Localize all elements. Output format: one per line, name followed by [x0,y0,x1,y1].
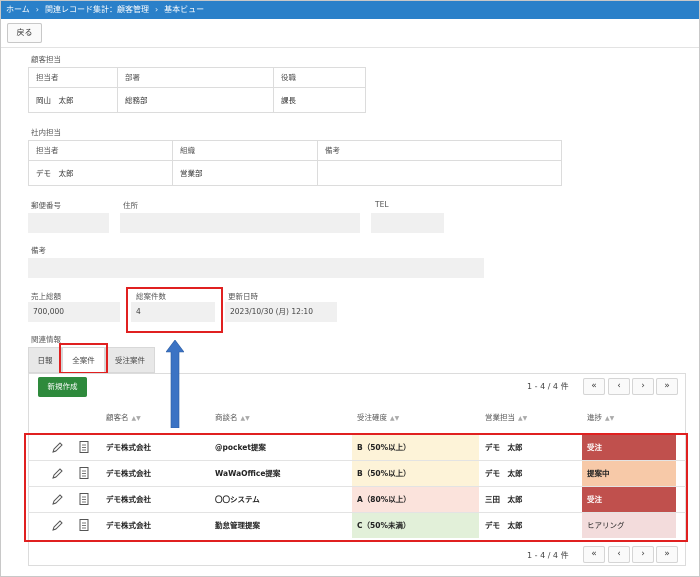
progress-status: 提案中 [582,461,676,486]
col-header-label: 進捗 [587,413,602,422]
back-button[interactable]: 戻る [7,23,42,43]
probability: B（50%以上） [352,461,479,486]
sort-icon: ▲▼ [518,415,528,422]
annotation-arrow [166,340,184,428]
next-page-button[interactable]: › [632,378,654,395]
customer-contact-table: 担当者 部署 役職 岡山 太郎 総務部 課長 [28,67,366,113]
updated-at-label: 更新日時 [228,292,258,301]
breadcrumb: ホーム › 関連レコード集計：顧客管理 › 基本ビュー [0,0,700,19]
col-header-deal[interactable]: 商談名 ▲▼ [215,412,250,423]
col-header: 備考 [317,140,562,161]
notes-label: 備考 [31,246,46,255]
col-header-label: 商談名 [215,413,238,422]
document-icon[interactable] [78,492,90,506]
tab-won-cases[interactable]: 受注案件 [105,347,155,373]
sort-icon: ▲▼ [240,415,250,422]
col-header-customer[interactable]: 顧客名 ▲▼ [106,412,141,423]
case-count-field: 4 [131,302,215,322]
cell-value: 岡山 太郎 [28,87,118,113]
postal-code-field [28,213,109,233]
deal-name: @pocket提案 [215,443,266,452]
pager-info: 1 - 4 / 4 件 [527,382,569,391]
table-row[interactable]: デモ株式会社 WaWaOffice提案 B（50%以上） デモ 太郎 提案中 [28,460,686,486]
cell-value: 営業部 [172,160,318,186]
table-row[interactable]: デモ株式会社 〇〇システム A（80%以上） 三田 太郎 受注 [28,486,686,512]
probability: C（50%未満） [352,513,479,538]
prev-page-button[interactable]: ‹ [608,378,630,395]
deal-name: 〇〇システム [215,495,260,504]
col-header-label: 顧客名 [106,413,129,422]
col-header: 担当者 [28,67,118,88]
customer-name: デモ株式会社 [106,443,151,452]
progress-status: ヒアリング [582,513,676,538]
address-label: 住所 [123,201,138,210]
toolbar: 戻る [0,19,700,48]
tel-field [371,213,444,233]
customer-contact-label: 顧客担当 [31,55,61,64]
first-page-button-bottom[interactable]: « [583,546,605,563]
col-header-label: 営業担当 [485,413,515,422]
sort-icon: ▲▼ [131,415,141,422]
last-page-button-bottom[interactable]: » [656,546,678,563]
cell-value [317,160,562,186]
col-header-probability[interactable]: 受注確度 ▲▼ [357,412,399,423]
deal-name: WaWaOffice提案 [215,469,281,478]
breadcrumb-home[interactable]: ホーム [6,0,30,19]
notes-field [28,258,484,278]
sort-icon: ▲▼ [390,415,400,422]
breadcrumb-view: 基本ビュー [164,5,205,14]
cell-value: 課長 [273,87,366,113]
customer-name: デモ株式会社 [106,469,151,478]
sales-total-label: 売上総額 [31,292,61,301]
pencil-icon[interactable] [51,440,63,454]
pencil-icon[interactable] [51,492,63,506]
cell-value: 総務部 [117,87,274,113]
updated-at-field: 2023/10/30 (月) 12:10 [225,302,337,322]
progress-status: 受注 [582,487,676,512]
col-header: 役職 [273,67,366,88]
internal-contact-label: 社内担当 [31,128,61,137]
document-icon[interactable] [78,518,90,532]
table-row[interactable]: デモ株式会社 勤怠管理提案 C（50%未満） デモ 太郎 ヒアリング [28,512,686,538]
cell-value: デモ 太郎 [28,160,173,186]
col-header-label: 受注確度 [357,413,387,422]
last-page-button[interactable]: » [656,378,678,395]
breadcrumb-app[interactable]: 関連レコード集計：顧客管理 [45,0,149,19]
document-icon[interactable] [78,466,90,480]
progress-status: 受注 [582,435,676,460]
first-page-button[interactable]: « [583,378,605,395]
sort-icon: ▲▼ [605,415,615,422]
case-count-label: 総案件数 [136,292,166,301]
tab-daily-report[interactable]: 日報 [28,347,62,373]
col-header: 担当者 [28,140,173,161]
deal-name: 勤怠管理提案 [215,521,260,530]
internal-contact-table: 担当者 組織 備考 デモ 太郎 営業部 [28,140,562,186]
sales-rep: デモ 太郎 [485,521,523,530]
related-info-label: 関連情報 [31,335,61,344]
tel-label: TEL [375,200,389,209]
pencil-icon[interactable] [51,518,63,532]
pencil-icon[interactable] [51,466,63,480]
col-header: 組織 [172,140,318,161]
probability: B（50%以上） [352,435,479,460]
sales-rep: 三田 太郎 [485,495,523,504]
tab-all-cases[interactable]: 全案件 [62,347,105,373]
col-header: 部署 [117,67,274,88]
customer-name: デモ株式会社 [106,521,151,530]
col-header-rep[interactable]: 営業担当 ▲▼ [485,412,527,423]
prev-page-button-bottom[interactable]: ‹ [608,546,630,563]
address-field [120,213,360,233]
document-icon[interactable] [78,440,90,454]
table-row[interactable]: デモ株式会社 @pocket提案 B（50%以上） デモ 太郎 受注 [28,434,686,460]
sales-rep: デモ 太郎 [485,443,523,452]
col-header-progress[interactable]: 進捗 ▲▼ [587,412,614,423]
probability: A（80%以上） [352,487,479,512]
next-page-button-bottom[interactable]: › [632,546,654,563]
customer-name: デモ株式会社 [106,495,151,504]
pager-info-bottom: 1 - 4 / 4 件 [527,551,569,560]
new-record-button[interactable]: 新規作成 [38,377,87,397]
sales-total-field: 700,000 [28,302,120,322]
postal-code-label: 郵便番号 [31,201,61,210]
sales-rep: デモ 太郎 [485,469,523,478]
